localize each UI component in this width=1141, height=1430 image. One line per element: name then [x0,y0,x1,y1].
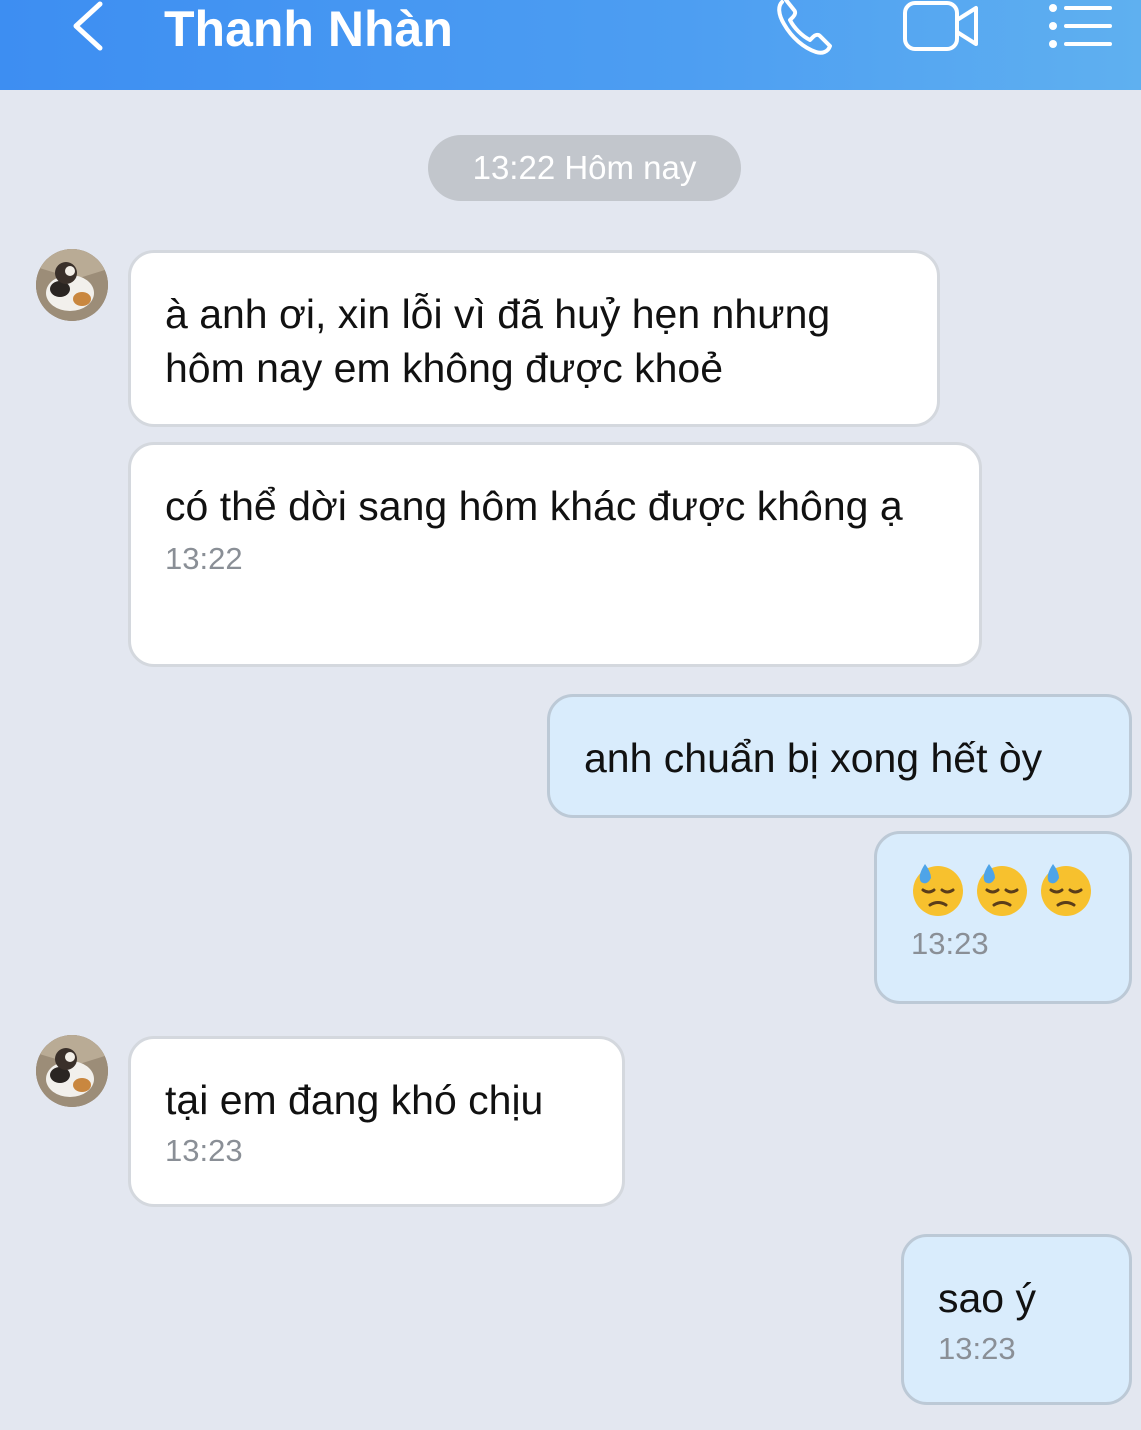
message-timestamp: 13:23 [165,1133,243,1168]
message-text: tại em đang khó chịu [165,1077,544,1123]
downcast-face-with-sweat-icon [977,864,1027,916]
back-chevron-icon[interactable] [62,0,110,54]
emoji-row [911,860,1095,918]
phone-icon[interactable] [774,0,834,56]
message-timestamp: 13:22 [165,541,243,576]
avatar[interactable] [36,1035,108,1107]
video-camera-icon[interactable] [902,0,980,54]
avatar[interactable] [36,249,108,321]
message-bubble-outgoing[interactable]: sao ý 13:23 [901,1234,1132,1405]
message-bubble-incoming[interactable]: tại em đang khó chịu 13:23 [128,1036,625,1207]
message-text: anh chuẩn bị xong hết òy [584,735,1043,781]
message-bubble-outgoing[interactable]: 13:23 [874,831,1132,1004]
downcast-face-with-sweat-icon [913,864,963,916]
message-bubble-incoming[interactable]: có thể dời sang hôm khác được không ạ 13… [128,442,982,667]
downcast-face-with-sweat-icon [1041,864,1091,916]
message-timestamp: 13:23 [938,1331,1016,1366]
chat-header: Thanh Nhàn [0,0,1141,90]
message-bubble-incoming[interactable]: à anh ơi, xin lỗi vì đã huỷ hẹn nhưng hô… [128,250,940,427]
message-text: à anh ơi, xin lỗi vì đã huỷ hẹn nhưng hô… [165,291,831,391]
message-timestamp: 13:23 [911,926,989,961]
message-text: sao ý [938,1275,1036,1321]
date-separator: 13:22 Hôm nay [428,135,741,201]
message-text: có thể dời sang hôm khác được không ạ [165,483,903,529]
menu-list-icon[interactable] [1046,0,1112,50]
message-bubble-outgoing[interactable]: anh chuẩn bị xong hết òy [547,694,1132,818]
contact-name[interactable]: Thanh Nhàn [164,0,453,60]
